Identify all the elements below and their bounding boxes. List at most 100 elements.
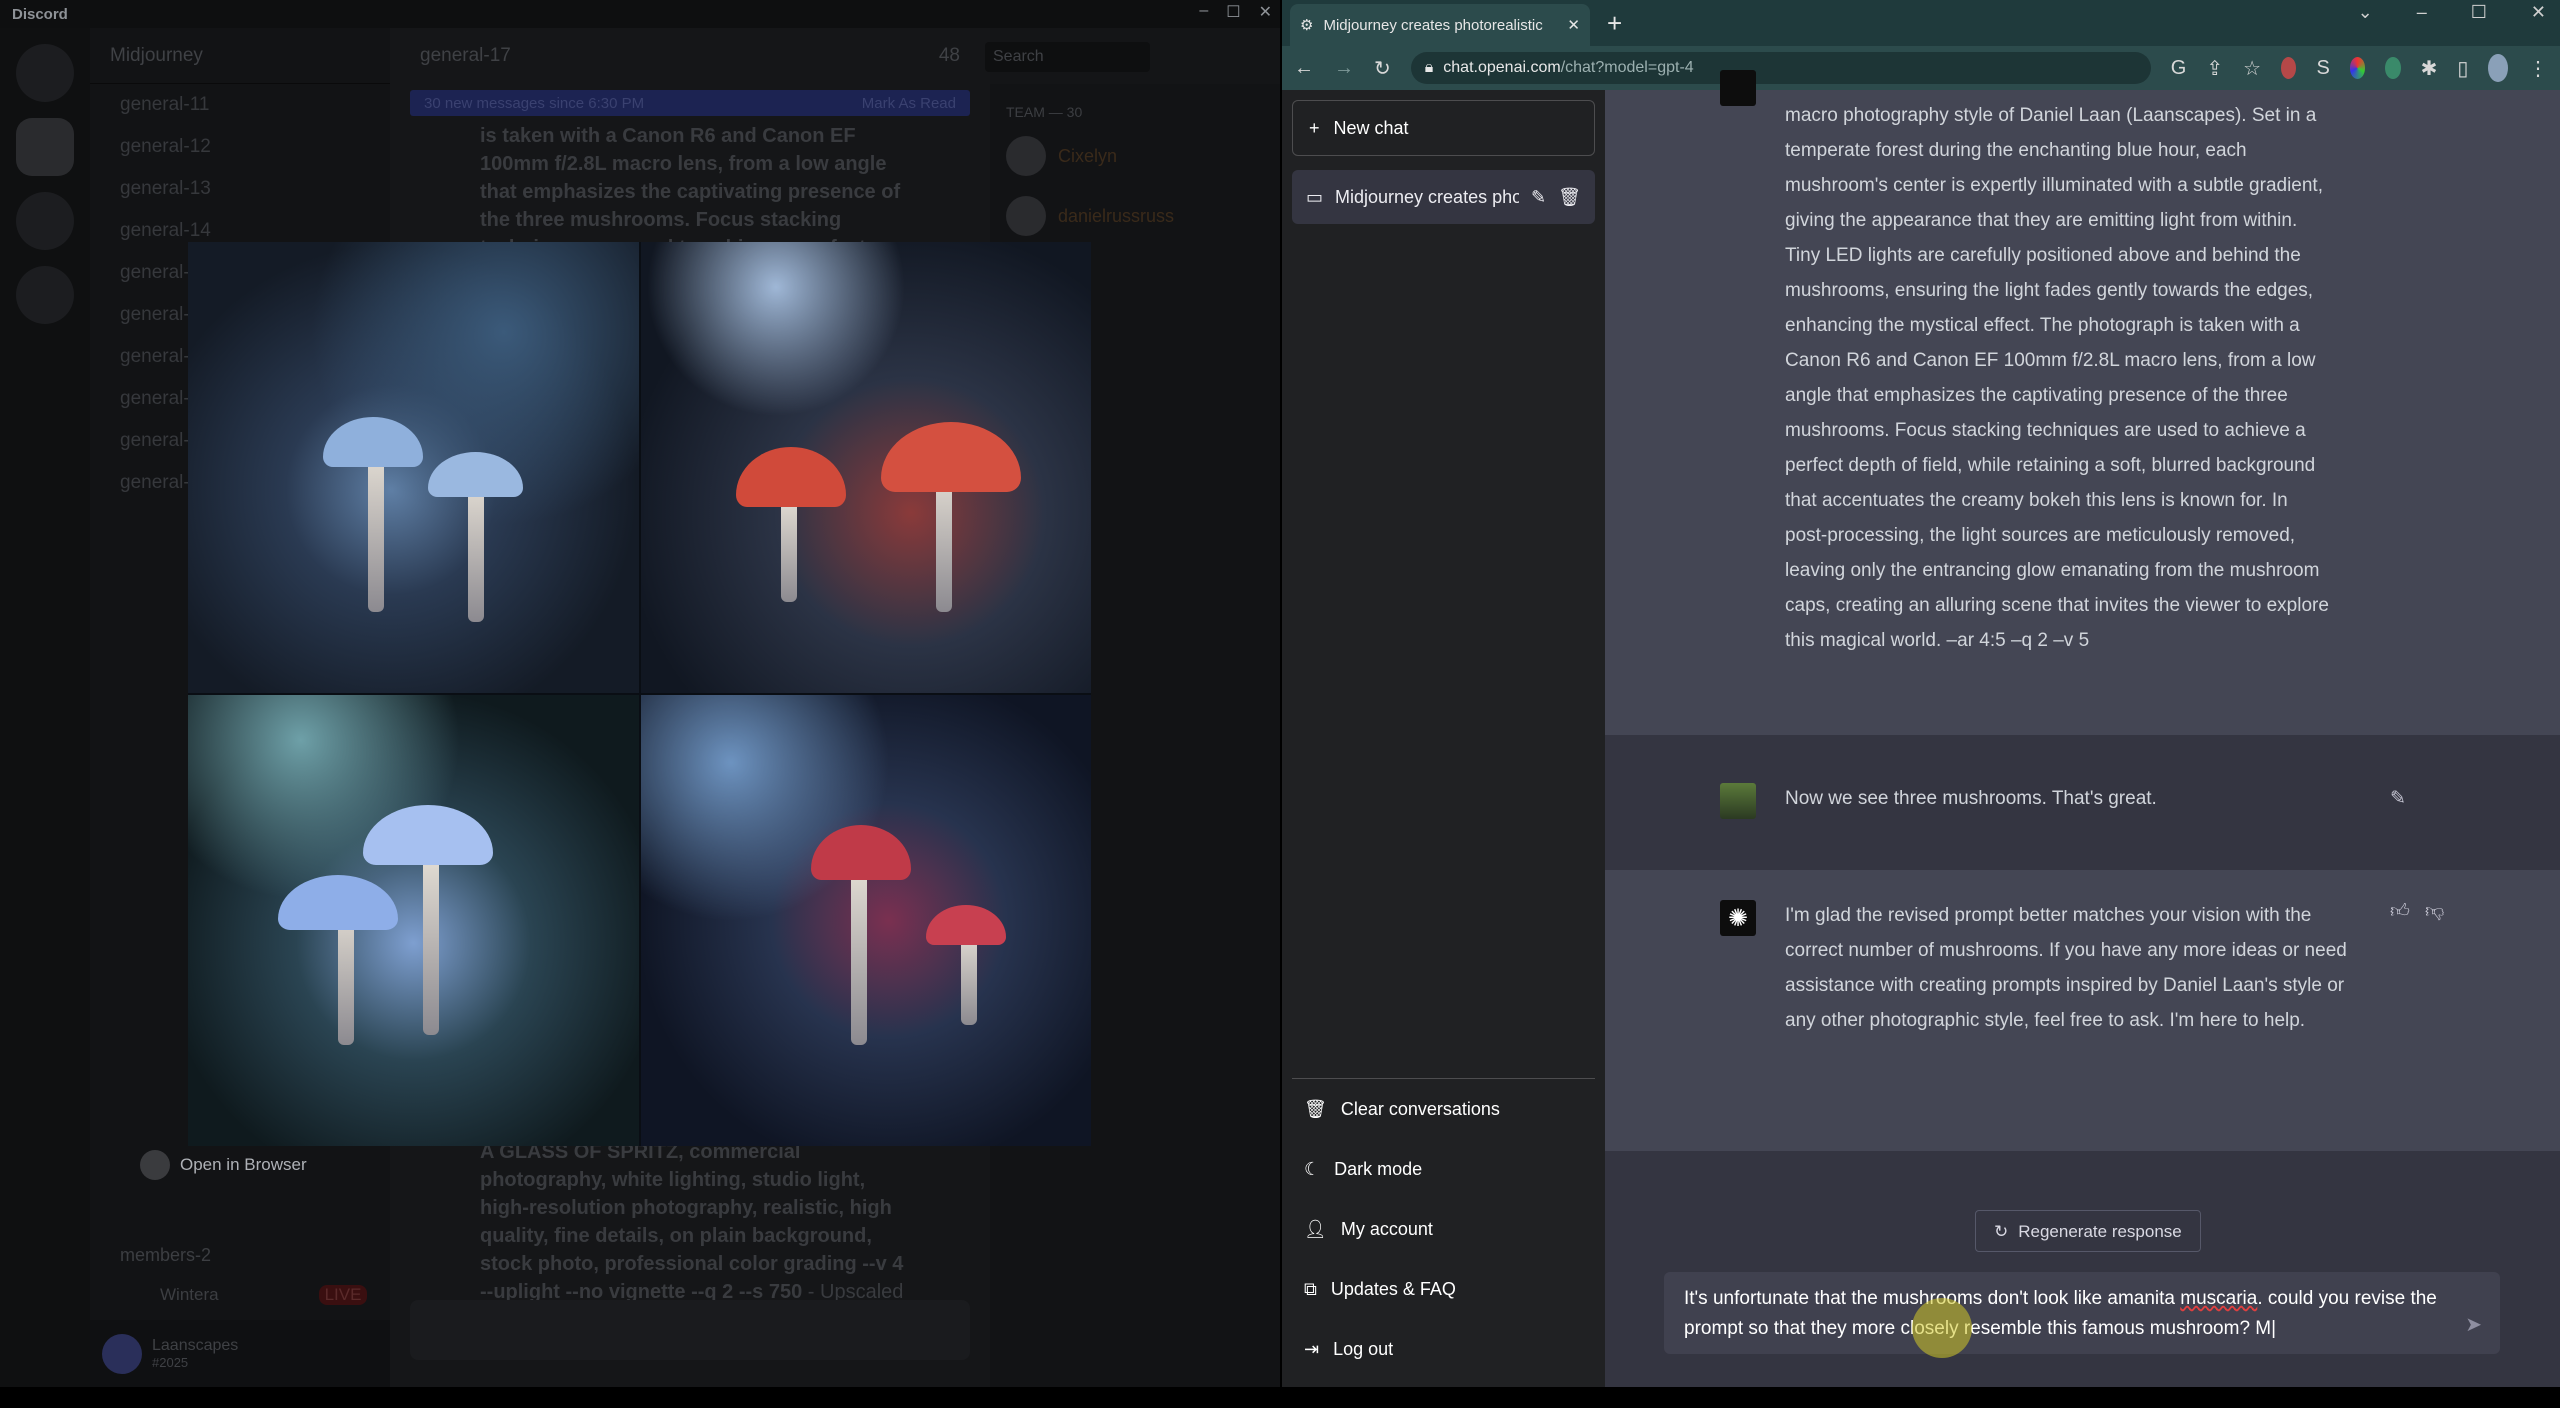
new-messages-text: 30 new messages since 6:30 PM bbox=[424, 94, 645, 112]
open-in-browser-link[interactable]: Open in Browser bbox=[140, 1150, 307, 1180]
channel-title: general-17 bbox=[420, 45, 511, 66]
chat-bubble-icon: ▭ bbox=[1306, 186, 1324, 207]
prompt-line: giving the appearance that they are emit… bbox=[1785, 210, 2298, 231]
member[interactable]: danielrussruss bbox=[990, 186, 1280, 246]
discord-home-icon[interactable] bbox=[16, 44, 74, 102]
window-controls: ⌄ – ☐ ✕ bbox=[2358, 2, 2546, 23]
moon-icon: ☾ bbox=[1304, 1158, 1321, 1179]
conversation-item[interactable]: ▭ Midjourney creates pho ✎ 🗑︎ bbox=[1292, 170, 1595, 224]
edit-icon[interactable]: ✎ bbox=[2390, 781, 2406, 816]
my-account-button[interactable]: 👤︎ My account bbox=[1292, 1199, 1595, 1259]
refresh-icon: ↻ bbox=[1994, 1221, 2009, 1241]
extension-s-icon[interactable]: S bbox=[2316, 57, 2329, 80]
puzzle-icon[interactable]: ✱ bbox=[2421, 56, 2438, 81]
thumbs-up-icon[interactable]: 👍︎ bbox=[2390, 894, 2410, 929]
avatar bbox=[140, 1150, 170, 1180]
member[interactable]: Cixelyn bbox=[990, 126, 1280, 186]
extension-icon[interactable] bbox=[2281, 57, 2297, 79]
username: Laanscapes bbox=[152, 1337, 239, 1354]
menu-icon[interactable]: ⋮ bbox=[2528, 56, 2548, 81]
explore-icon[interactable] bbox=[16, 266, 74, 324]
discord-window: Discord – ☐ ✕ Midjourney general-11 general… bbox=[0, 0, 1280, 1387]
server-list bbox=[0, 28, 90, 1387]
user-avatar bbox=[1720, 783, 1756, 819]
message-input[interactable]: It's unfortunate that the mushrooms don'… bbox=[1664, 1272, 2500, 1354]
discord-message-input[interactable] bbox=[410, 1300, 970, 1360]
clear-conversations-button[interactable]: 🗑︎ Clear conversations bbox=[1292, 1079, 1595, 1139]
dark-mode-button[interactable]: ☾ Dark mode bbox=[1292, 1139, 1595, 1199]
close-tab-icon[interactable]: ✕ bbox=[1567, 16, 1580, 34]
google-icon[interactable]: G bbox=[2171, 57, 2187, 80]
chat-main: macro photography style of Daniel Laan (… bbox=[1605, 70, 2560, 1387]
add-server-icon[interactable] bbox=[16, 192, 74, 250]
maximize-icon[interactable]: ☐ bbox=[1226, 2, 1240, 22]
plus-icon: + bbox=[1309, 117, 1320, 138]
chatgpt-avatar: ✺ bbox=[1720, 900, 1756, 936]
channel-item[interactable]: general-11 bbox=[90, 84, 390, 126]
tab-title: Midjourney creates photorealistic bbox=[1323, 16, 1543, 34]
sidebar-footer: 🗑︎ Clear conversations ☾ Dark mode 👤︎ My ac… bbox=[1292, 1078, 1595, 1379]
new-chat-button[interactable]: + New chat bbox=[1292, 100, 1595, 156]
prompt-line: mushrooms, ensuring the light fades gent… bbox=[1785, 280, 2314, 301]
mushroom-image-4[interactable] bbox=[640, 695, 1091, 1146]
updates-faq-link[interactable]: ⧉ Updates & FAQ bbox=[1292, 1259, 1595, 1319]
tab-chatgpt[interactable]: ⚙ Midjourney creates photorealistic ✕ bbox=[1290, 4, 1590, 46]
midjourney-image-grid[interactable] bbox=[188, 242, 1091, 1146]
user-icon: 👤︎ bbox=[1304, 1218, 1327, 1239]
prompt-line: that accentuates the creamy bokeh this l… bbox=[1785, 490, 2288, 511]
chrome-browser: ⚙ Midjourney creates photorealistic ✕ + ⌄ –… bbox=[1282, 0, 2560, 1387]
avatar bbox=[1006, 136, 1046, 176]
new-messages-bar[interactable]: 30 new messages since 6:30 PM Mark As Rea… bbox=[410, 90, 970, 116]
channel-item[interactable]: general-12 bbox=[90, 126, 390, 168]
server-name[interactable]: Midjourney bbox=[90, 28, 390, 84]
prompt-line: post-processing, the light sources are m… bbox=[1785, 525, 2296, 546]
minimize-icon[interactable]: – bbox=[2417, 2, 2427, 23]
discord-title: Discord bbox=[0, 0, 1280, 28]
star-icon[interactable]: ☆ bbox=[2243, 56, 2261, 81]
user-tag: #2025 bbox=[152, 1355, 189, 1370]
lock-icon: 🔒︎ bbox=[1424, 59, 1434, 76]
mark-as-read-button[interactable]: Mark As Read bbox=[862, 95, 956, 112]
cursor-highlight bbox=[1912, 1298, 1972, 1358]
channel-item[interactable]: general-13 bbox=[90, 168, 390, 210]
message-text: I'm glad the revised prompt better match… bbox=[1785, 905, 2347, 1031]
mushroom-image-1[interactable] bbox=[188, 242, 639, 693]
reload-icon[interactable]: ↻ bbox=[1374, 56, 1391, 81]
trash-icon[interactable]: 🗑︎ bbox=[1558, 187, 1581, 208]
url-input[interactable]: 🔒︎ chat.openai.com/chat?model=gpt-4 bbox=[1410, 52, 2151, 84]
discord-search-input[interactable] bbox=[985, 42, 1150, 72]
prompt-line: temperate forest during the enchanting b… bbox=[1785, 140, 2247, 161]
prompt-line: mushroom's center is expertly illuminate… bbox=[1785, 175, 2323, 196]
back-icon[interactable]: ← bbox=[1294, 57, 1314, 80]
profile-avatar[interactable] bbox=[2488, 54, 2508, 82]
extension-icon[interactable] bbox=[2349, 57, 2366, 79]
thumbs-down-icon[interactable]: 👎︎ bbox=[2425, 894, 2444, 929]
extension-icon[interactable] bbox=[2385, 57, 2401, 79]
user-panel: Laanscapes #2025 bbox=[90, 1320, 390, 1387]
log-out-button[interactable]: ⇥ Log out bbox=[1292, 1319, 1595, 1379]
edit-icon[interactable]: ✎ bbox=[1531, 187, 1546, 208]
server-midjourney-icon[interactable] bbox=[16, 118, 74, 176]
openai-favicon-icon: ⚙ bbox=[1300, 17, 1314, 34]
forward-icon[interactable]: → bbox=[1334, 57, 1354, 80]
mushroom-image-3[interactable] bbox=[188, 695, 639, 1146]
close-icon[interactable]: ✕ bbox=[1259, 2, 1272, 22]
chatgpt-avatar bbox=[1720, 70, 1756, 106]
prompt-line: macro photography style of Daniel Laan (… bbox=[1785, 105, 2317, 126]
mushroom-image-2[interactable] bbox=[640, 242, 1091, 693]
close-icon[interactable]: ✕ bbox=[2531, 2, 2546, 23]
maximize-icon[interactable]: ☐ bbox=[2471, 2, 2487, 23]
thread-count[interactable]: 48 bbox=[939, 45, 960, 67]
new-tab-button[interactable]: + bbox=[1607, 8, 1622, 39]
regenerate-response-button[interactable]: ↻ Regenerate response bbox=[1975, 1210, 2201, 1252]
members-header: TEAM — 30 bbox=[1006, 104, 1083, 120]
send-icon[interactable]: ➤ bbox=[2465, 1310, 2482, 1340]
voice-user[interactable]: Wintera LIVE bbox=[160, 1285, 368, 1305]
avatar bbox=[1006, 196, 1046, 236]
share-icon[interactable]: ⇪ bbox=[2206, 56, 2223, 81]
tab-search-icon[interactable]: ⌄ bbox=[2358, 2, 2373, 23]
voice-channel[interactable]: members-2 bbox=[120, 1245, 211, 1266]
side-panel-icon[interactable]: ▯ bbox=[2457, 56, 2468, 81]
minimize-icon[interactable]: – bbox=[1199, 2, 1208, 22]
prompt-line: perfect depth of field, while retaining … bbox=[1785, 455, 2316, 476]
